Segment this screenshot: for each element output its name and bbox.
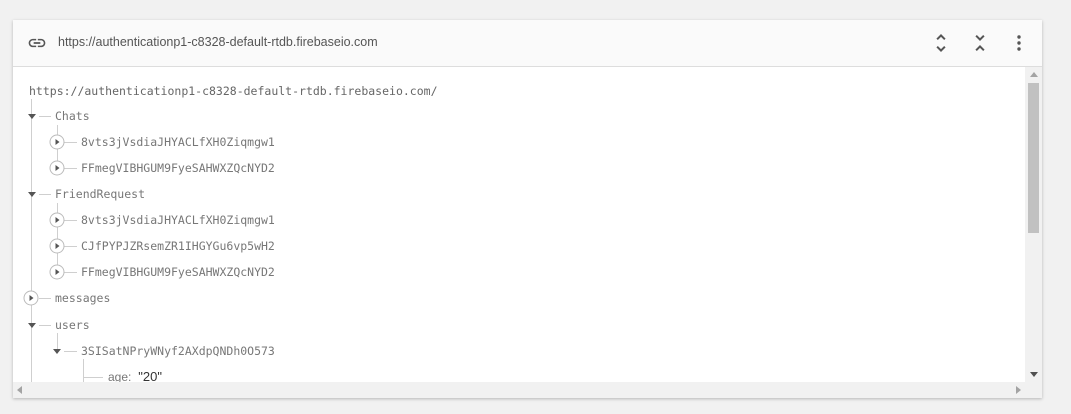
tree-node-users: users — [13, 315, 1013, 335]
tree-node-user-child: 3SISatNPryWNyf2AXdpQNDh0O573 — [13, 341, 1013, 361]
tree-node-chat-child: 8vts3jVsdiaJHYACLfXH0Ziqmgw1 — [13, 132, 1013, 152]
tree-view: https://authenticationp1-c8328-default-r… — [13, 67, 1025, 383]
tree-node-messages: messages — [13, 288, 1013, 308]
horizontal-scrollbar[interactable] — [13, 382, 1025, 398]
database-url[interactable]: https://authenticationp1-c8328-default-r… — [58, 35, 378, 49]
node-key-chats[interactable]: Chats — [55, 109, 90, 123]
collapse-arrow-icon[interactable] — [24, 186, 40, 202]
tree-node-chats: Chats — [13, 106, 1013, 126]
scroll-left-icon[interactable] — [17, 386, 22, 394]
root-url[interactable]: https://authenticationp1-c8328-default-r… — [29, 84, 438, 98]
scroll-down-icon[interactable] — [1030, 372, 1038, 377]
node-key[interactable]: 8vts3jVsdiaJHYACLfXH0Ziqmgw1 — [81, 135, 275, 149]
expand-circle-icon[interactable] — [49, 212, 65, 228]
node-key-users[interactable]: users — [55, 318, 90, 332]
expand-all-button[interactable] — [929, 31, 953, 55]
tree-node-friendrequest: FriendRequest — [13, 184, 1013, 204]
node-key[interactable]: FFmegVIBHGUM9FyeSAHWXZQcNYD2 — [81, 161, 275, 175]
collapse-all-button[interactable] — [968, 31, 992, 55]
collapse-arrow-icon[interactable] — [24, 108, 40, 124]
vertical-scrollbar[interactable] — [1025, 67, 1042, 383]
tree-node-friendrequest-child: 8vts3jVsdiaJHYACLfXH0Ziqmgw1 — [13, 210, 1013, 230]
node-key[interactable]: 3SISatNPryWNyf2AXdpQNDh0O573 — [81, 344, 275, 358]
more-vert-icon — [1017, 35, 1021, 51]
scroll-up-icon[interactable] — [1030, 72, 1038, 77]
scroll-thumb[interactable] — [1028, 83, 1039, 233]
expand-all-icon — [936, 34, 946, 52]
scroll-right-icon[interactable] — [1016, 386, 1021, 394]
node-key[interactable]: 8vts3jVsdiaJHYACLfXH0Ziqmgw1 — [81, 213, 275, 227]
collapse-arrow-icon[interactable] — [49, 343, 65, 359]
expand-circle-icon[interactable] — [23, 290, 39, 306]
tree-leaf-age: age: "20" — [13, 367, 1013, 383]
panel-header: https://authenticationp1-c8328-default-r… — [13, 20, 1042, 67]
node-key-friendrequest[interactable]: FriendRequest — [55, 187, 145, 201]
node-key[interactable]: CJfPYPJZRsemZR1IHGYGu6vp5wH2 — [81, 239, 275, 253]
leaf-value[interactable]: "20" — [138, 369, 162, 383]
node-key-messages[interactable]: messages — [55, 291, 110, 305]
more-options-button[interactable] — [1007, 31, 1031, 55]
tree-node-friendrequest-child: CJfPYPJZRsemZR1IHGYGu6vp5wH2 — [13, 236, 1013, 256]
expand-circle-icon[interactable] — [49, 238, 65, 254]
collapse-arrow-icon[interactable] — [24, 317, 40, 333]
link-icon — [28, 38, 46, 48]
tree-node-friendrequest-child: FFmegVIBHGUM9FyeSAHWXZQcNYD2 — [13, 262, 1013, 282]
database-panel: https://authenticationp1-c8328-default-r… — [13, 20, 1042, 398]
node-key[interactable]: FFmegVIBHGUM9FyeSAHWXZQcNYD2 — [81, 265, 275, 279]
tree-node-chat-child: FFmegVIBHGUM9FyeSAHWXZQcNYD2 — [13, 158, 1013, 178]
expand-circle-icon[interactable] — [49, 134, 65, 150]
collapse-all-icon — [975, 35, 985, 51]
expand-circle-icon[interactable] — [49, 264, 65, 280]
scrollbar-corner — [1025, 382, 1042, 398]
leaf-entry[interactable]: age: "20" — [108, 369, 162, 383]
expand-circle-icon[interactable] — [49, 160, 65, 176]
